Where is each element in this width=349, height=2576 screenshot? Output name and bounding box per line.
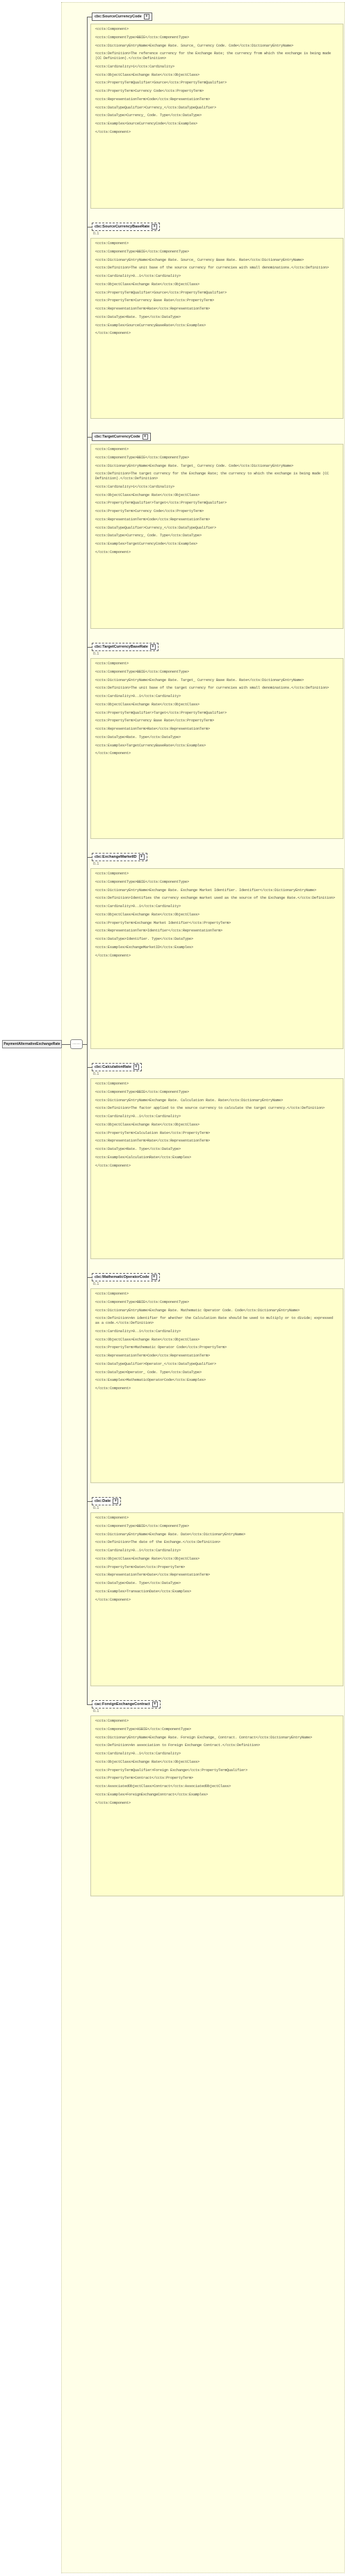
expand-icon[interactable]: + <box>143 434 148 440</box>
detail-text: <ccts:Component><ccts:ComponentType>BBIE… <box>91 659 343 765</box>
detail-text: <ccts:Component><ccts:ComponentType>BBIE… <box>91 869 343 967</box>
detail-text: <ccts:Component><ccts:ComponentType>BBIE… <box>91 1079 343 1177</box>
detail-text: <ccts:Component><ccts:ComponentType>BBIE… <box>91 445 343 564</box>
element-box-calculation-rate[interactable]: cbc:CalculationRate+ <box>92 1063 142 1071</box>
element-box-mathematic-operator-code[interactable]: cbc:MathematicOperatorCode+ <box>92 1273 160 1281</box>
expand-icon[interactable]: + <box>144 14 149 19</box>
branch-connector <box>87 1067 92 1068</box>
expand-icon[interactable]: + <box>133 1064 139 1070</box>
branch-connector <box>87 1704 92 1705</box>
detail-text: <ccts:Component><ccts:ComponentType>BBIE… <box>91 239 343 345</box>
detail-text: <ccts:Component><ccts:ComponentType>BBIE… <box>91 24 343 144</box>
element-label: cbc:SourceCurrencyCode <box>95 15 142 19</box>
element-label: cbc:TargetCurrencyCode <box>95 435 140 439</box>
detail-text: <ccts:Component><ccts:ComponentType>BBIE… <box>91 1289 343 1400</box>
detail-text: <ccts:Component><ccts:ComponentType>ASBI… <box>91 1716 343 1814</box>
detail-panel-foreign-exchange-contract: <ccts:Component><ccts:ComponentType>ASBI… <box>90 1715 343 1896</box>
cardinality-label: 0..1 <box>93 1282 99 1286</box>
trunk-vertical <box>87 17 88 1704</box>
element-box-target-currency-code[interactable]: cbc:TargetCurrencyCode+ <box>92 433 151 441</box>
detail-panel-exchange-market-id: <ccts:Component><ccts:ComponentType>BBIE… <box>90 868 343 1049</box>
element-box-source-currency-base-rate[interactable]: cbc:SourceCurrencyBaseRate+ <box>92 223 160 231</box>
element-box-exchange-market-id[interactable]: cbc:ExchangeMarketID+ <box>92 853 147 861</box>
cardinality-label: 0..1 <box>93 232 99 236</box>
detail-panel-target-currency-base-rate: <ccts:Component><ccts:ComponentType>BBIE… <box>90 658 343 839</box>
element-box-source-currency-code[interactable]: cbc:SourceCurrencyCode+ <box>92 13 152 21</box>
cardinality-label: 0..1 <box>93 652 99 656</box>
element-label: cbc:SourceCurrencyBaseRate <box>95 225 149 229</box>
branch-connector <box>87 1501 92 1502</box>
cardinality-label: 0..1 <box>93 1072 99 1076</box>
cardinality-label: 0..1 <box>93 862 99 866</box>
root-label: PaymentAlternativeExchangeRate <box>3 1042 60 1046</box>
detail-panel-date: <ccts:Component><ccts:ComponentType>BBIE… <box>90 1512 343 1686</box>
expand-icon[interactable]: + <box>152 224 157 230</box>
diagram-canvas: ExchangeRateType PaymentAlternativeExcha… <box>0 0 349 2576</box>
element-label: cbc:ExchangeMarketID <box>95 855 137 859</box>
element-box-target-currency-base-rate[interactable]: cbc:TargetCurrencyBaseRate+ <box>92 643 159 651</box>
element-label: cbc:MathematicOperatorCode <box>95 1275 149 1279</box>
branch-connector <box>87 437 92 438</box>
detail-panel-source-currency-code: <ccts:Component><ccts:ComponentType>BBIE… <box>90 24 343 209</box>
root-connector <box>62 1044 70 1045</box>
cardinality-label: 0..1 <box>93 1709 99 1713</box>
root-element-box[interactable]: PaymentAlternativeExchangeRate <box>2 1040 62 1048</box>
detail-panel-mathematic-operator-code: <ccts:Component><ccts:ComponentType>BBIE… <box>90 1288 343 1483</box>
element-label: cac:ForeignExchangeContract <box>95 1702 150 1706</box>
expand-icon[interactable]: + <box>150 644 156 650</box>
element-label: cbc:CalculationRate <box>95 1065 131 1069</box>
expand-icon[interactable]: + <box>152 1274 157 1280</box>
cardinality-label: 0..1 <box>93 1506 99 1510</box>
branch-connector <box>87 1277 92 1278</box>
branch-connector <box>87 647 92 648</box>
detail-text: <ccts:Component><ccts:ComponentType>BBIE… <box>91 1513 343 1611</box>
element-box-date[interactable]: cbc:Date+ <box>92 1497 121 1505</box>
expand-icon[interactable]: + <box>113 1498 118 1504</box>
sequence-box[interactable]: ·─·─· <box>70 1039 83 1049</box>
detail-panel-calculation-rate: <ccts:Component><ccts:ComponentType>BBIE… <box>90 1078 343 1259</box>
expand-icon[interactable]: + <box>139 854 145 860</box>
branch-connector <box>87 857 92 858</box>
detail-panel-target-currency-code: <ccts:Component><ccts:ComponentType>BBIE… <box>90 444 343 629</box>
element-label: cbc:TargetCurrencyBaseRate <box>95 645 148 649</box>
element-label: cbc:Date <box>95 1499 111 1503</box>
sequence-glyph: ·─·─· <box>72 1042 81 1046</box>
expand-icon[interactable]: + <box>152 1702 158 1707</box>
detail-panel-source-currency-base-rate: <ccts:Component><ccts:ComponentType>BBIE… <box>90 238 343 419</box>
element-box-foreign-exchange-contract[interactable]: cac:ForeignExchangeContract+ <box>92 1700 161 1709</box>
